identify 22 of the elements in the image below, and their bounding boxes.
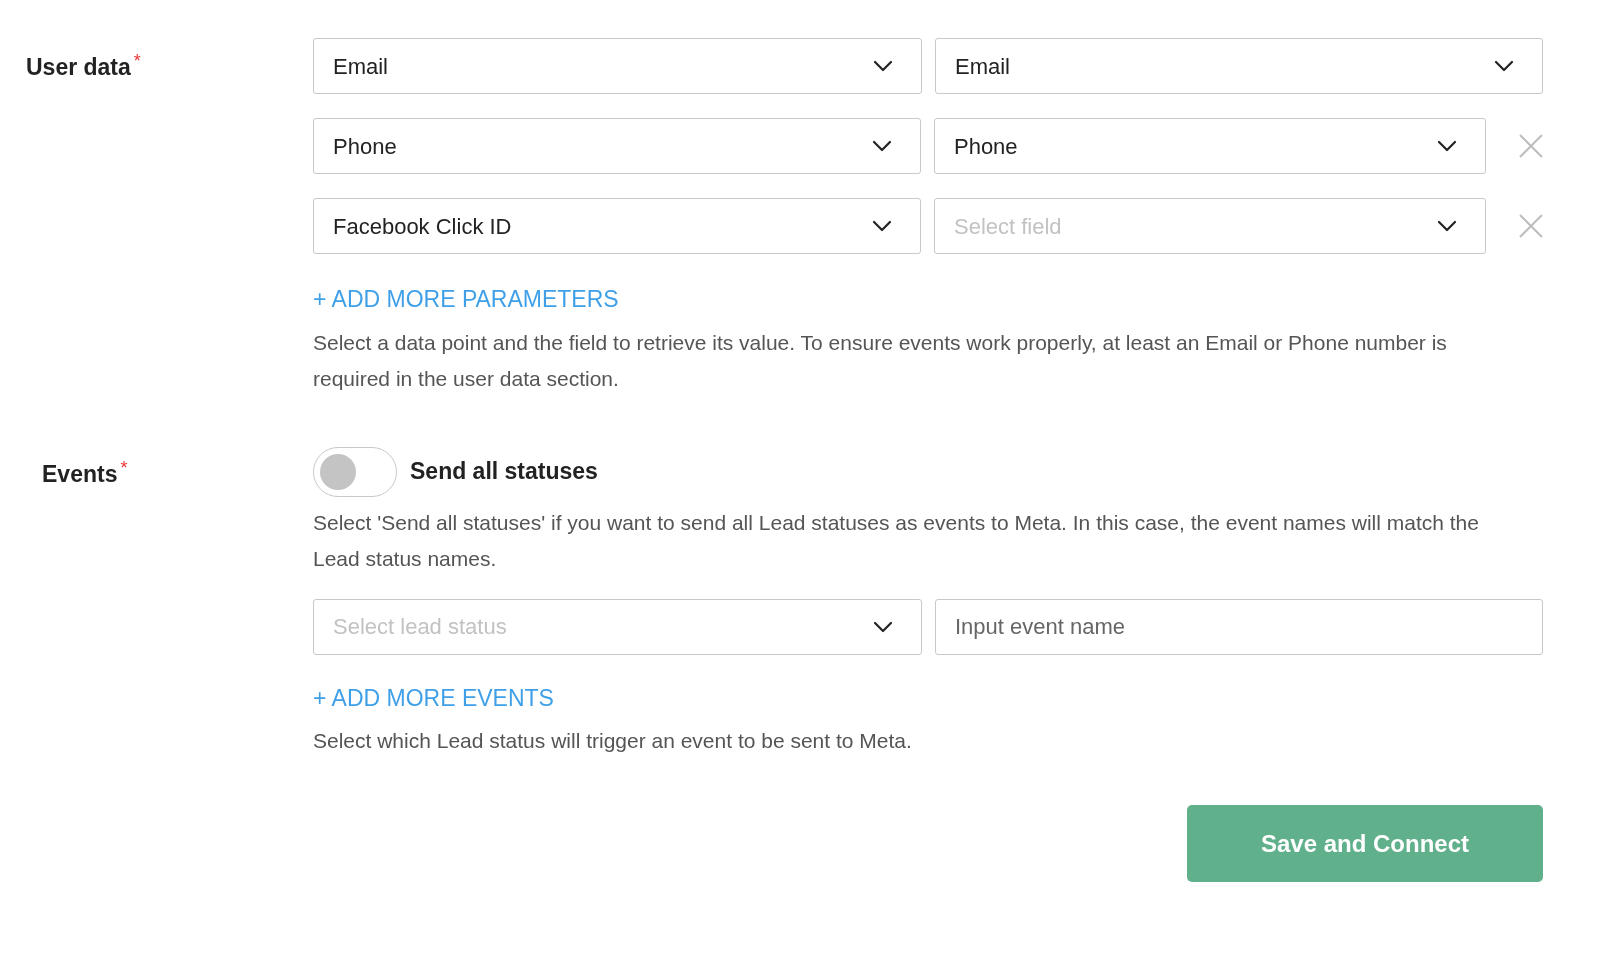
toggle-label: Send all statuses bbox=[410, 457, 598, 487]
help-text: Select which Lead status will trigger an event to be sent to Meta. bbox=[313, 728, 913, 754]
required-mark: * bbox=[133, 50, 141, 73]
chevron-down-icon bbox=[871, 140, 892, 152]
close-icon[interactable] bbox=[1519, 214, 1543, 238]
chevron-down-icon bbox=[873, 60, 893, 72]
select-field[interactable]: Email bbox=[313, 38, 922, 94]
chevron-down-icon bbox=[873, 620, 893, 633]
chevron-down-icon bbox=[1494, 60, 1514, 72]
select-field[interactable]: Email bbox=[935, 38, 1543, 94]
chevron-down-icon bbox=[871, 220, 892, 232]
chevron-down-icon bbox=[1437, 140, 1458, 152]
help-text: Select 'Send all statuses' if you want to send all Lead statuses as events to Meta. In this case, the event names will match the Lead status names. bbox=[313, 509, 1480, 572]
select-field[interactable]: Facebook Click ID bbox=[313, 198, 921, 254]
required-mark: * bbox=[120, 456, 128, 480]
help-text: Select a data point and the field to retrieve its value. To ensure events work properly, at least an Email or Phone number is required in the user data section. bbox=[313, 329, 1448, 392]
select-field[interactable]: Phone bbox=[313, 118, 921, 174]
chevron-down-icon bbox=[1437, 220, 1458, 232]
toggle-switch[interactable] bbox=[313, 446, 397, 497]
event-name-field[interactable]: Input event name bbox=[935, 598, 1543, 655]
select-field[interactable]: Phone bbox=[933, 118, 1487, 174]
close-icon[interactable] bbox=[1519, 134, 1543, 158]
